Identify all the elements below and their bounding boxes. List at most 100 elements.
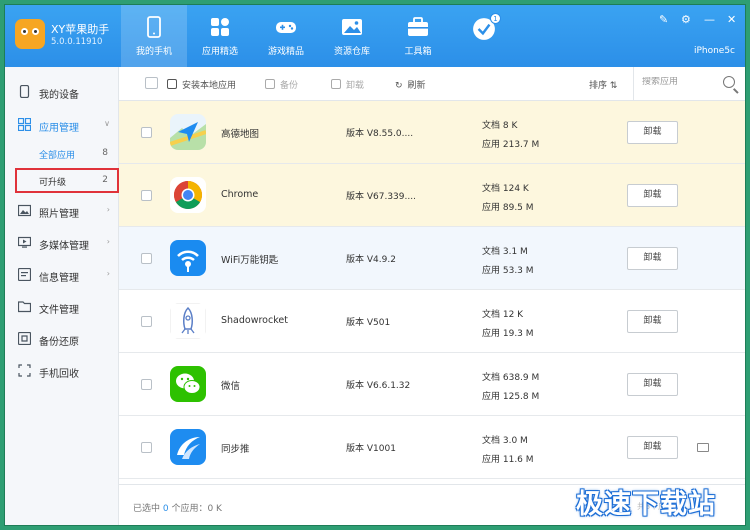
row-checkbox[interactable]	[141, 442, 152, 453]
selection-summary: 已选中 0 个应用：0 K	[133, 501, 222, 514]
picture-icon	[342, 19, 362, 35]
install-local-app-button[interactable]: 安装本地应用	[167, 78, 236, 91]
tab-my-phone[interactable]: 我的手机	[121, 5, 187, 67]
app-version: 版本 V1001	[346, 444, 396, 454]
select-all-checkbox[interactable]	[145, 77, 158, 89]
search-icon[interactable]	[723, 76, 735, 88]
install-icon	[167, 79, 177, 89]
device-icon	[19, 85, 30, 98]
button-label: 卸载	[346, 81, 365, 91]
app-version: 版本 V4.9.2	[346, 255, 396, 265]
app-name: 微信	[221, 381, 241, 392]
app-size: 应用 89.5 M	[482, 203, 534, 213]
button-label: 安装本地应用	[182, 81, 237, 91]
tab-label: 工具箱	[404, 47, 432, 57]
chevron-right-icon: ›	[106, 237, 110, 246]
list-item[interactable]: Shadowrocket 版本 V501 文档 12 K 应用 19.3 M 卸…	[119, 290, 745, 353]
toolbar: 安装本地应用 备份 卸载 ↻ 刷新 排序 ⇅	[119, 67, 745, 101]
sidebar-item-label: 多媒体管理	[39, 241, 89, 252]
close-icon[interactable]: ✕	[727, 13, 736, 26]
row-checkbox[interactable]	[141, 190, 152, 201]
tab-toolbox[interactable]: 工具箱	[385, 5, 451, 67]
sidebar-item-label: 我的设备	[39, 90, 79, 101]
refresh-button[interactable]: ↻ 刷新	[395, 78, 426, 91]
wifi-key-icon	[170, 240, 206, 276]
settings-icon[interactable]: ⚙	[681, 13, 691, 26]
list-item[interactable]: 高德地图 版本 V8.55.0.... 文档 8 K 应用 213.7 M 卸载	[119, 101, 745, 164]
sidebar-item-recycle[interactable]: 手机回收	[5, 356, 118, 386]
search-input[interactable]	[642, 77, 712, 87]
sidebar-item-messages[interactable]: 信息管理 ›	[5, 260, 118, 290]
sort-button[interactable]: 排序 ⇅	[589, 78, 617, 91]
app-version: 版本 V8.55.0....	[346, 129, 414, 139]
device-name[interactable]: iPhone5c	[694, 46, 735, 56]
sidebar-item-app-management[interactable]: 应用管理 ∨	[5, 110, 118, 140]
sidebar-item-files[interactable]: 文件管理	[5, 292, 118, 322]
row-checkbox[interactable]	[141, 379, 152, 390]
app-size: 应用 53.3 M	[482, 266, 534, 276]
app-size: 应用 11.6 M	[482, 455, 534, 465]
apps-grid-icon	[211, 18, 229, 36]
summary-suffix: 个应用：0 K	[168, 504, 222, 514]
app-name: WiFi万能钥匙	[221, 255, 279, 266]
tab-label: 游戏精品	[267, 47, 304, 57]
gamepad-icon	[276, 22, 296, 33]
sidebar-item-my-device[interactable]: 我的设备	[5, 77, 118, 107]
app-window: XY苹果助手 5.0.0.11910 我的手机 应用精选 游戏精品 资源仓库 工…	[4, 4, 746, 526]
tab-games[interactable]: 游戏精品	[253, 5, 319, 67]
tab-label: 资源仓库	[333, 47, 370, 57]
row-checkbox[interactable]	[141, 127, 152, 138]
edit-icon[interactable]: ✎	[659, 13, 668, 26]
uninstall-app-button[interactable]: 卸载	[627, 373, 678, 396]
uninstall-app-button[interactable]: 卸载	[627, 436, 678, 459]
notification-badge: 1	[490, 13, 501, 24]
doc-size: 文档 8 K	[482, 121, 518, 131]
sidebar-sub-all-apps[interactable]: 全部应用 8	[5, 142, 118, 166]
row-checkbox[interactable]	[141, 316, 152, 327]
sidebar-item-label: 手机回收	[39, 369, 79, 380]
uninstall-app-button[interactable]: 卸载	[627, 121, 678, 144]
sub-label: 全部应用	[39, 151, 76, 161]
uninstall-app-button[interactable]: 卸载	[627, 310, 678, 333]
app-name: 高德地图	[221, 129, 260, 140]
photo-icon	[18, 204, 31, 217]
tab-updates[interactable]: 1	[451, 5, 517, 67]
phone-icon	[147, 16, 161, 38]
app-size: 应用 125.8 M	[482, 392, 540, 402]
sidebar-item-media[interactable]: 多媒体管理 ›	[5, 228, 118, 258]
tongbutui-icon	[170, 429, 206, 465]
uninstall-button[interactable]: 卸载	[331, 78, 364, 91]
doc-size: 文档 124 K	[482, 184, 529, 194]
app-name: XY苹果助手	[51, 23, 110, 36]
sidebar-item-label: 文件管理	[39, 305, 79, 316]
chrome-icon	[170, 177, 206, 213]
tab-app-picks[interactable]: 应用精选	[187, 5, 253, 67]
doc-size: 文档 3.0 M	[482, 436, 528, 446]
app-size: 应用 19.3 M	[482, 329, 534, 339]
app-grid-icon	[18, 118, 31, 131]
chevron-down-icon: ∨	[104, 119, 110, 128]
sidebar-item-photos[interactable]: 照片管理 ›	[5, 196, 118, 226]
uninstall-app-button[interactable]: 卸载	[627, 184, 678, 207]
app-version: 版本 V6.6.1.32	[346, 381, 411, 391]
folder-icon[interactable]	[697, 443, 709, 452]
highlight-box	[15, 168, 119, 193]
toolbox-icon	[408, 17, 428, 36]
refresh-icon: ↻	[395, 81, 403, 91]
sidebar-item-label: 照片管理	[39, 209, 79, 220]
list-item[interactable]: 同步推 版本 V1001 文档 3.0 M 应用 11.6 M 卸载	[119, 416, 745, 479]
list-item[interactable]: WiFi万能钥匙 版本 V4.9.2 文档 3.1 M 应用 53.3 M 卸载	[119, 227, 745, 290]
uninstall-app-button[interactable]: 卸载	[627, 247, 678, 270]
backup-button[interactable]: 备份	[265, 78, 298, 91]
trash-icon	[331, 79, 341, 89]
minimize-icon[interactable]: —	[704, 13, 715, 26]
app-name: 同步推	[221, 444, 250, 455]
sub-count: 8	[102, 148, 108, 158]
recycle-icon	[18, 364, 31, 377]
list-item[interactable]: Chrome 版本 V67.339.... 文档 124 K 应用 89.5 M…	[119, 164, 745, 227]
sidebar-item-backup[interactable]: 备份还原	[5, 324, 118, 354]
tab-resources[interactable]: 资源仓库	[319, 5, 385, 67]
message-icon	[18, 268, 31, 281]
list-item[interactable]: 微信 版本 V6.6.1.32 文档 638.9 M 应用 125.8 M 卸载	[119, 353, 745, 416]
row-checkbox[interactable]	[141, 253, 152, 264]
